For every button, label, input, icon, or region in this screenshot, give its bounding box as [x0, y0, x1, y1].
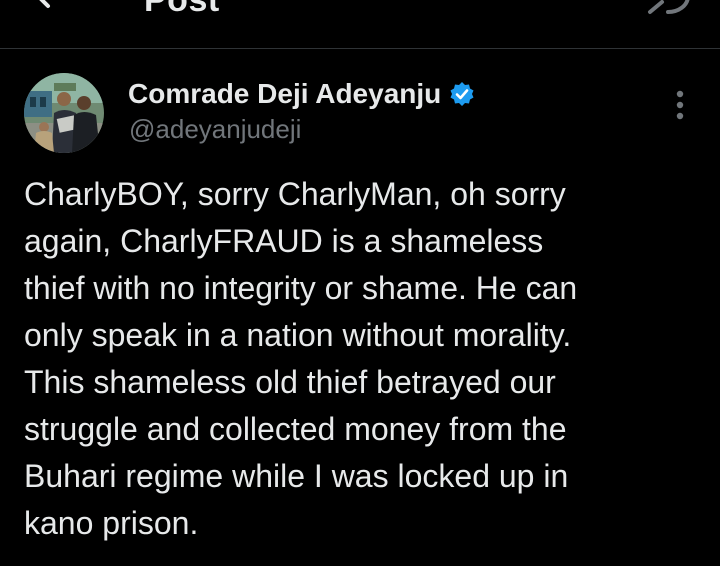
verified-badge-icon — [449, 81, 475, 107]
back-button[interactable] — [28, 0, 68, 14]
post-text-line: CharlyBOY, sorry CharlyMan, oh sorry — [24, 176, 566, 212]
post-text: CharlyBOY, sorry CharlyMan, oh sorry aga… — [24, 171, 704, 547]
post-text-line: again, CharlyFRAUD is a shameless — [24, 223, 544, 259]
more-vertical-icon — [676, 90, 684, 120]
arrow-left-icon — [39, 0, 50, 8]
reply-button[interactable] — [644, 0, 692, 16]
top-app-bar: Post — [0, 0, 720, 49]
author-handle[interactable]: @adeyanjudeji — [129, 112, 301, 146]
more-options-button[interactable] — [664, 88, 696, 124]
post-text-line: thief with no integrity or shame. He can — [24, 270, 578, 306]
reply-icon — [648, 0, 690, 14]
profile-photo — [24, 73, 104, 153]
avatar[interactable] — [24, 73, 104, 153]
author-line: Comrade Deji Adeyanju — [128, 74, 475, 114]
post-text-line: struggle and collected money from the — [24, 411, 567, 447]
post-text-line: This shameless old thief betrayed our — [24, 364, 556, 400]
page-title: Post — [144, 0, 220, 19]
post-text-line: only speak in a nation without morality. — [24, 317, 572, 353]
post-text-line: Buhari regime while I was locked up in — [24, 458, 569, 494]
author-name[interactable]: Comrade Deji Adeyanju — [128, 75, 441, 113]
post-text-line: kano prison. — [24, 505, 199, 541]
